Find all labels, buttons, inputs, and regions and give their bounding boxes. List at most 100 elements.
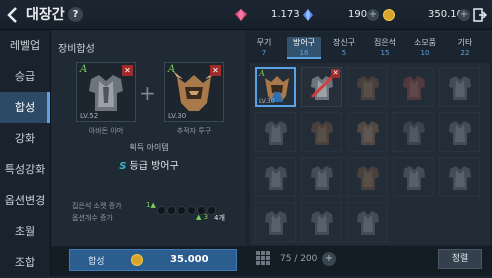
help-icon[interactable]: ? bbox=[68, 7, 83, 22]
armor-icon bbox=[403, 76, 425, 100]
armor-icon bbox=[357, 121, 379, 145]
stat-label: 집은석 소켓 증가 bbox=[72, 202, 122, 210]
remove-material-button[interactable]: ✕ bbox=[122, 65, 133, 76]
socket-dot bbox=[177, 206, 186, 215]
remove-material-button[interactable]: ✕ bbox=[210, 65, 221, 76]
inventory-item[interactable] bbox=[439, 112, 480, 152]
item-level: LV.30 bbox=[259, 98, 275, 105]
armor-icon bbox=[357, 166, 379, 190]
remove-icon: ✕ bbox=[331, 69, 340, 78]
armor-icon bbox=[449, 121, 471, 145]
sidebar: 레벨업 승급 합성 강화 특성강화 옵션변경 초월 조합 bbox=[0, 30, 51, 276]
sidebar-item-combine[interactable]: 조합 bbox=[0, 247, 50, 278]
armor-icon bbox=[403, 121, 425, 145]
sidebar-item-promotion[interactable]: 승급 bbox=[0, 61, 50, 92]
socket-dot bbox=[187, 206, 196, 215]
crystal-amount: 190 bbox=[348, 9, 368, 20]
sidebar-item-trait-enhance[interactable]: 특성강화 bbox=[0, 154, 50, 185]
armor-icon bbox=[265, 166, 287, 190]
tab-label: 집은석 bbox=[373, 38, 397, 47]
back-arrow-icon[interactable] bbox=[4, 5, 24, 25]
tab-accessory[interactable]: 장신구 5 bbox=[327, 37, 361, 59]
inventory-item[interactable] bbox=[347, 112, 388, 152]
grade-s-mark: S bbox=[119, 161, 127, 172]
sidebar-item-transcend[interactable]: 초월 bbox=[0, 216, 50, 247]
stat-value: 4개 bbox=[214, 214, 225, 222]
material-slot-armor[interactable]: A ✕ LV.52 bbox=[76, 62, 136, 122]
tab-count: 22 bbox=[460, 49, 470, 57]
material-name: 아바돈 아머 bbox=[88, 127, 124, 135]
armor-icon bbox=[311, 211, 333, 235]
socket-dot bbox=[167, 206, 176, 215]
synthesis-button-label: 합성 bbox=[88, 257, 105, 267]
exit-icon[interactable] bbox=[473, 8, 487, 22]
tab-count: 16 bbox=[299, 49, 309, 57]
armor-icon bbox=[311, 121, 333, 145]
tab-gem[interactable]: 집은석 15 bbox=[368, 37, 402, 59]
inventory-capacity: 75 / 200 bbox=[280, 254, 318, 264]
inventory-item[interactable]: ✕ bbox=[301, 67, 342, 107]
armor-icon bbox=[403, 166, 425, 190]
inventory-item[interactable] bbox=[301, 157, 342, 197]
acquire-label: 획득 아이템 bbox=[129, 143, 169, 152]
gold-coin-icon bbox=[383, 9, 395, 21]
grid-view-icon[interactable] bbox=[256, 251, 270, 265]
inventory-item[interactable] bbox=[301, 112, 342, 152]
tab-count: 15 bbox=[380, 49, 390, 57]
tab-count: 10 bbox=[420, 49, 430, 57]
ruby-icon bbox=[235, 9, 247, 21]
inventory-item[interactable] bbox=[301, 202, 342, 242]
inventory-item[interactable] bbox=[393, 67, 434, 107]
inventory-grid: A LV.30 ✕ bbox=[250, 63, 490, 245]
grade-mark: A bbox=[168, 64, 176, 75]
sidebar-item-synthesis[interactable]: 합성 bbox=[0, 92, 50, 123]
tab-weapon[interactable]: 무기 7 bbox=[247, 37, 281, 59]
stat-value-prefix: ▲ 3 bbox=[196, 213, 209, 221]
inventory-item[interactable] bbox=[255, 112, 296, 152]
add-crystal-button[interactable]: + bbox=[367, 9, 379, 21]
stat-value: 1▲ bbox=[146, 201, 156, 209]
sidebar-item-option-change[interactable]: 옵션변경 bbox=[0, 185, 50, 216]
armor-icon bbox=[449, 166, 471, 190]
tab-count: 7 bbox=[261, 49, 267, 57]
category-tabs: 무기 7 방어구 16 장신구 5 집은석 15 소모품 10 기타 22 bbox=[247, 37, 492, 59]
material-name: 추적자 투구 bbox=[176, 127, 212, 135]
inventory-item[interactable] bbox=[439, 67, 480, 107]
inventory-item[interactable] bbox=[347, 202, 388, 242]
expand-inventory-button[interactable]: + bbox=[322, 252, 336, 266]
acquire-value: 등급 방어구 bbox=[129, 161, 179, 172]
page-title: 대장간 bbox=[26, 7, 65, 23]
material-slot-helmet[interactable]: A ✕ LV.30 bbox=[164, 62, 224, 122]
synthesis-cost: 35.000 bbox=[170, 254, 209, 265]
socket-dot bbox=[157, 206, 166, 215]
plus-icon: + bbox=[139, 81, 156, 105]
tab-etc[interactable]: 기타 22 bbox=[448, 37, 482, 59]
tab-count: 5 bbox=[341, 49, 347, 57]
add-gold-button[interactable]: + bbox=[458, 9, 470, 21]
gold-coin-icon bbox=[131, 254, 143, 266]
tab-consumable[interactable]: 소모품 10 bbox=[408, 37, 442, 59]
tab-armor[interactable]: 방어구 16 bbox=[287, 37, 321, 59]
sidebar-item-enhance[interactable]: 강화 bbox=[0, 123, 50, 154]
sidebar-item-levelup[interactable]: 레벨업 bbox=[0, 30, 50, 61]
ruby-amount: 1.173 bbox=[271, 9, 300, 20]
inventory-item-selected[interactable]: A LV.30 bbox=[255, 67, 296, 107]
inventory-item[interactable] bbox=[347, 67, 388, 107]
armor-icon bbox=[449, 76, 471, 100]
tab-label: 소모품 bbox=[413, 38, 437, 47]
armor-icon bbox=[357, 76, 379, 100]
grade-mark: A bbox=[259, 69, 265, 78]
inventory-item[interactable] bbox=[393, 112, 434, 152]
inventory-item[interactable] bbox=[393, 157, 434, 197]
inventory-item[interactable] bbox=[347, 157, 388, 197]
sort-button[interactable]: 정렬 bbox=[438, 249, 482, 269]
inventory-item[interactable] bbox=[255, 202, 296, 242]
armor-icon bbox=[311, 166, 333, 190]
stat-label: 옵션개수 증가 bbox=[72, 214, 113, 222]
armor-icon bbox=[357, 211, 379, 235]
tab-label: 기타 bbox=[457, 38, 473, 47]
tab-label: 무기 bbox=[256, 38, 272, 47]
inventory-item[interactable] bbox=[255, 157, 296, 197]
inventory-item[interactable] bbox=[439, 157, 480, 197]
tab-label: 방어구 bbox=[292, 38, 316, 47]
